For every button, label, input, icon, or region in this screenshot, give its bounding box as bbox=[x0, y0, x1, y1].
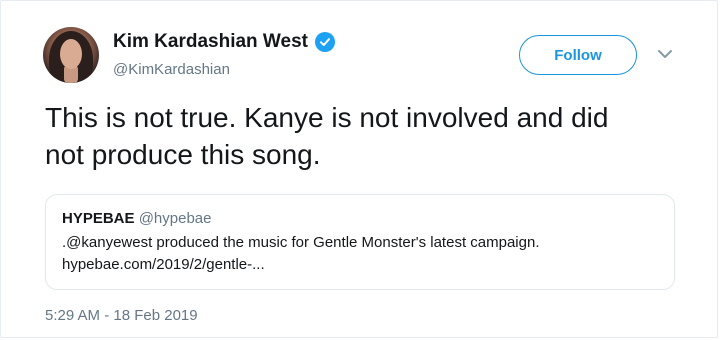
follow-button[interactable]: Follow bbox=[519, 35, 637, 75]
tweet-text: This is not true. Kanye is not involved … bbox=[45, 99, 695, 173]
tweet-text-line: not produce this song. bbox=[45, 139, 321, 170]
avatar[interactable] bbox=[43, 27, 99, 83]
quoted-tweet-link[interactable]: hypebae.com/2019/2/gentle-... bbox=[62, 254, 658, 276]
author-display-name[interactable]: Kim Kardashian West bbox=[113, 31, 308, 53]
quoted-tweet-author-handle: @hypebae bbox=[138, 210, 212, 227]
quoted-tweet-body: .@kanyewest produced the music for Gentl… bbox=[62, 232, 658, 276]
quoted-tweet-header: HYPEBAE @hypebae bbox=[62, 209, 658, 229]
quoted-tweet-author-name: HYPEBAE bbox=[62, 210, 135, 227]
tweet-timestamp[interactable]: 5:29 AM - 18 Feb 2019 bbox=[45, 307, 198, 324]
avatar-face bbox=[60, 39, 82, 69]
verified-badge-icon bbox=[314, 32, 335, 52]
author-handle[interactable]: @KimKardashian bbox=[113, 61, 230, 78]
author-name-row: Kim Kardashian West bbox=[113, 31, 335, 53]
tweet-text-line: This is not true. Kanye is not involved … bbox=[45, 102, 609, 133]
quoted-tweet[interactable]: HYPEBAE @hypebae .@kanyewest produced th… bbox=[45, 194, 675, 290]
quoted-tweet-text: .@kanyewest produced the music for Gentl… bbox=[62, 234, 540, 251]
tweet-card: Kim Kardashian West @KimKardashian Follo… bbox=[0, 0, 718, 338]
chevron-down-icon[interactable] bbox=[656, 47, 674, 61]
